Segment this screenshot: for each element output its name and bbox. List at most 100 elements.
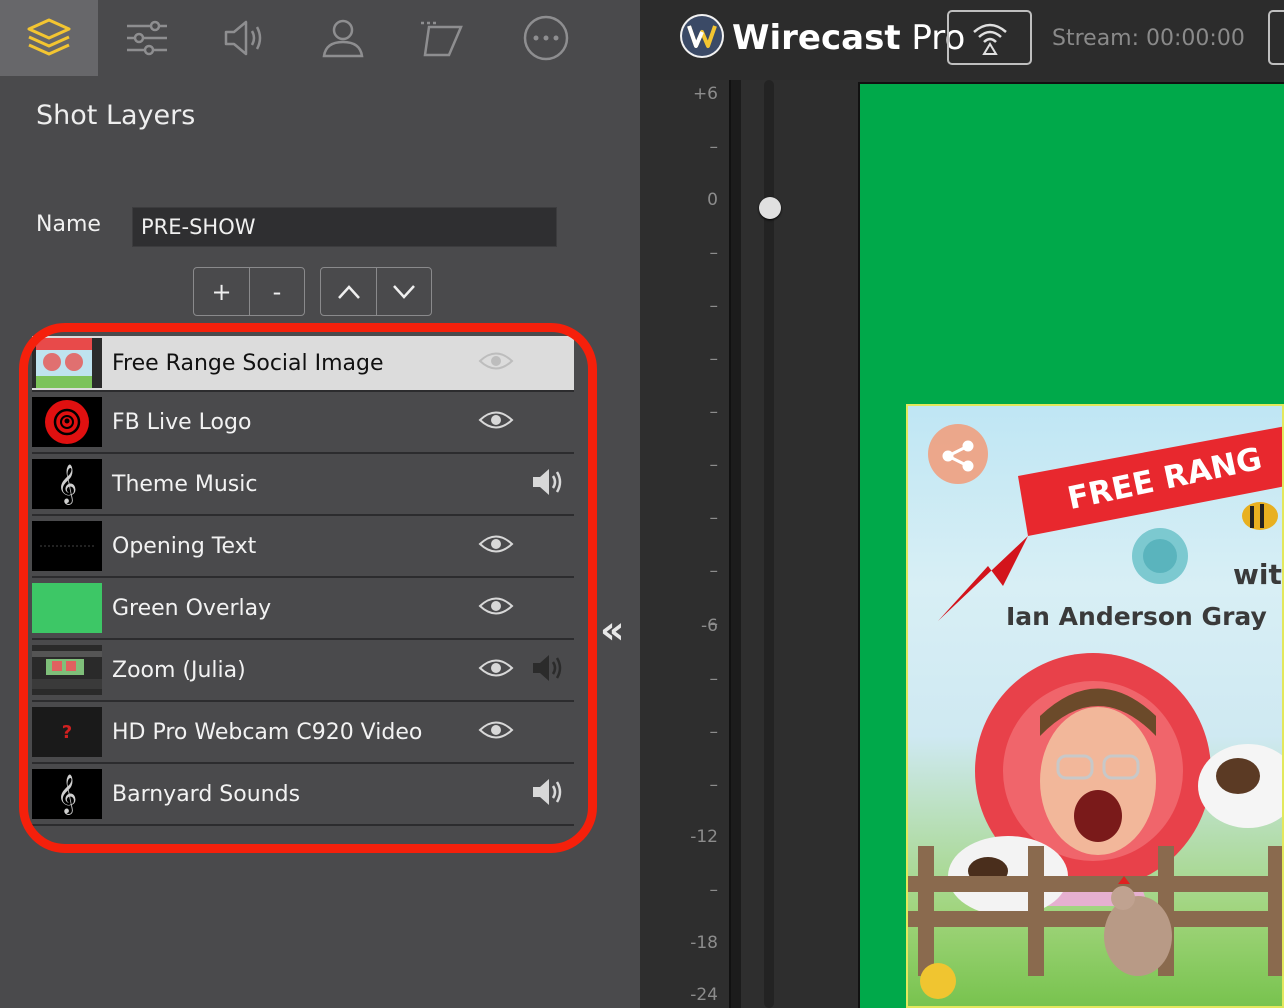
more-tab[interactable] — [497, 0, 595, 76]
layer-name: FB Live Logo — [112, 409, 252, 435]
layer-row-fb-live-logo[interactable]: FB Live Logo — [32, 392, 574, 454]
meter-tick: – — [709, 243, 719, 263]
record-button[interactable] — [1268, 10, 1284, 65]
meter-tick: -12 — [690, 827, 718, 847]
layer-thumbnail — [32, 521, 102, 571]
eye-icon — [478, 535, 514, 553]
stream-button[interactable] — [947, 10, 1032, 65]
user-tab[interactable] — [294, 0, 392, 76]
speaker-icon — [533, 469, 562, 495]
layer-row-opening-text[interactable]: Opening Text — [32, 516, 574, 578]
layer-name: Free Range Social Image — [112, 350, 384, 376]
speaker-icon — [533, 779, 562, 805]
meter-tick: – — [709, 880, 719, 900]
chevron-up-icon — [337, 284, 360, 299]
layer-name: Green Overlay — [112, 595, 272, 621]
layer-name: Opening Text — [112, 533, 257, 559]
visibility-toggle[interactable] — [478, 350, 514, 376]
treble-clef-icon: 𝄞 — [56, 774, 78, 814]
panel-title: Shot Layers — [36, 100, 196, 131]
transition-icon — [421, 21, 463, 57]
layer-name: Theme Music — [112, 471, 258, 497]
meter-tick: – — [709, 722, 719, 742]
app-name: Wirecast — [732, 18, 901, 58]
layer-row-free-range-social-image[interactable]: Free Range Social Image — [32, 336, 574, 392]
meter-tick: – — [709, 775, 719, 795]
more-icon — [523, 15, 569, 61]
layer-thumbnail — [32, 583, 102, 633]
layer-name: HD Pro Webcam C920 Video — [112, 719, 423, 745]
layer-thumbnail — [32, 645, 102, 695]
meter-tick: – — [709, 561, 719, 581]
stream-status: Stream: 00:00:00 — [1052, 26, 1245, 51]
layer-thumbnail: 𝄞 — [32, 769, 102, 819]
stream-label: Stream: — [1052, 26, 1140, 51]
volume-slider-knob[interactable] — [759, 197, 781, 219]
add-remove-group: + - — [193, 267, 305, 316]
user-icon — [322, 19, 364, 58]
move-down-button[interactable] — [376, 268, 431, 315]
layer-name: Barnyard Sounds — [112, 781, 301, 807]
level-meter-bar — [729, 80, 741, 1008]
volume-slider-track[interactable] — [764, 80, 774, 1008]
eye-icon — [478, 721, 514, 739]
remove-layer-button[interactable]: - — [249, 268, 304, 315]
add-layer-button[interactable]: + — [194, 268, 249, 315]
audio-toggle[interactable] — [531, 653, 565, 687]
visibility-toggle[interactable] — [478, 657, 514, 683]
broadcast-icon — [972, 23, 1007, 55]
meter-tick: – — [709, 349, 719, 369]
audio-toggle[interactable] — [531, 777, 565, 811]
meter-tick: 0 — [707, 190, 718, 210]
layer-thumbnail — [32, 397, 102, 447]
visibility-toggle[interactable] — [478, 719, 514, 745]
meter-tick: – — [709, 508, 719, 528]
eye-icon — [478, 659, 514, 677]
eye-icon — [478, 411, 514, 429]
meter-tick: -24 — [690, 985, 718, 1005]
layer-row-zoom-julia[interactable]: Zoom (Julia) — [32, 640, 574, 702]
sliders-icon — [127, 20, 167, 56]
panel-toolbar — [0, 0, 640, 76]
audio-toggle[interactable] — [531, 467, 565, 501]
layer-name: Zoom (Julia) — [112, 657, 246, 683]
layers-icon — [27, 18, 71, 56]
layer-row-theme-music[interactable]: 𝄞 Theme Music — [32, 454, 574, 516]
overlay-with-text: wit — [1233, 558, 1282, 591]
layer-row-green-overlay[interactable]: Green Overlay — [32, 578, 574, 640]
name-label: Name — [36, 212, 101, 237]
layers-tab[interactable] — [0, 0, 98, 76]
shot-name-field[interactable]: PRE-SHOW — [132, 207, 557, 247]
app-header: Wirecast Pro Stream: 00:00:00 — [640, 0, 1284, 80]
meter-tick: – — [709, 455, 719, 475]
properties-tab[interactable] — [98, 0, 196, 76]
layer-thumbnail — [32, 338, 102, 388]
meter-tick: – — [709, 669, 719, 689]
meter-tick: -18 — [690, 933, 718, 953]
speaker-icon — [533, 655, 562, 681]
audio-icon — [224, 20, 262, 56]
audio-tab[interactable] — [196, 0, 294, 76]
meter-tick: +6 — [692, 84, 718, 104]
meter-tick: – — [709, 137, 719, 157]
visibility-toggle[interactable] — [478, 533, 514, 559]
transition-tab[interactable] — [392, 0, 490, 76]
stream-timer: 00:00:00 — [1146, 26, 1245, 51]
layer-row-barnyard-sounds[interactable]: 𝄞 Barnyard Sounds — [32, 764, 574, 826]
layer-row-hd-pro-webcam[interactable]: ? HD Pro Webcam C920 Video — [32, 702, 574, 764]
collapse-panel-button[interactable]: « — [600, 608, 624, 652]
visibility-toggle[interactable] — [478, 409, 514, 435]
social-image-overlay[interactable]: FREE RANG wit Ian Anderson Gray — [906, 404, 1284, 1008]
reorder-group — [320, 267, 432, 316]
eye-icon — [478, 597, 514, 615]
eye-icon — [478, 352, 514, 370]
treble-clef-icon: 𝄞 — [56, 464, 78, 504]
shot-layers-panel: Shot Layers Name PRE-SHOW + - Free Range… — [0, 0, 640, 1008]
wirecast-logo — [680, 14, 724, 58]
layer-thumbnail: 𝄞 — [32, 459, 102, 509]
move-up-button[interactable] — [321, 268, 376, 315]
layer-list: Free Range Social Image FB Live Logo 𝄞 T… — [32, 336, 574, 826]
visibility-toggle[interactable] — [478, 595, 514, 621]
overlay-name-text: Ian Anderson Gray — [1006, 602, 1267, 631]
app-title: Wirecast Pro — [732, 18, 965, 58]
